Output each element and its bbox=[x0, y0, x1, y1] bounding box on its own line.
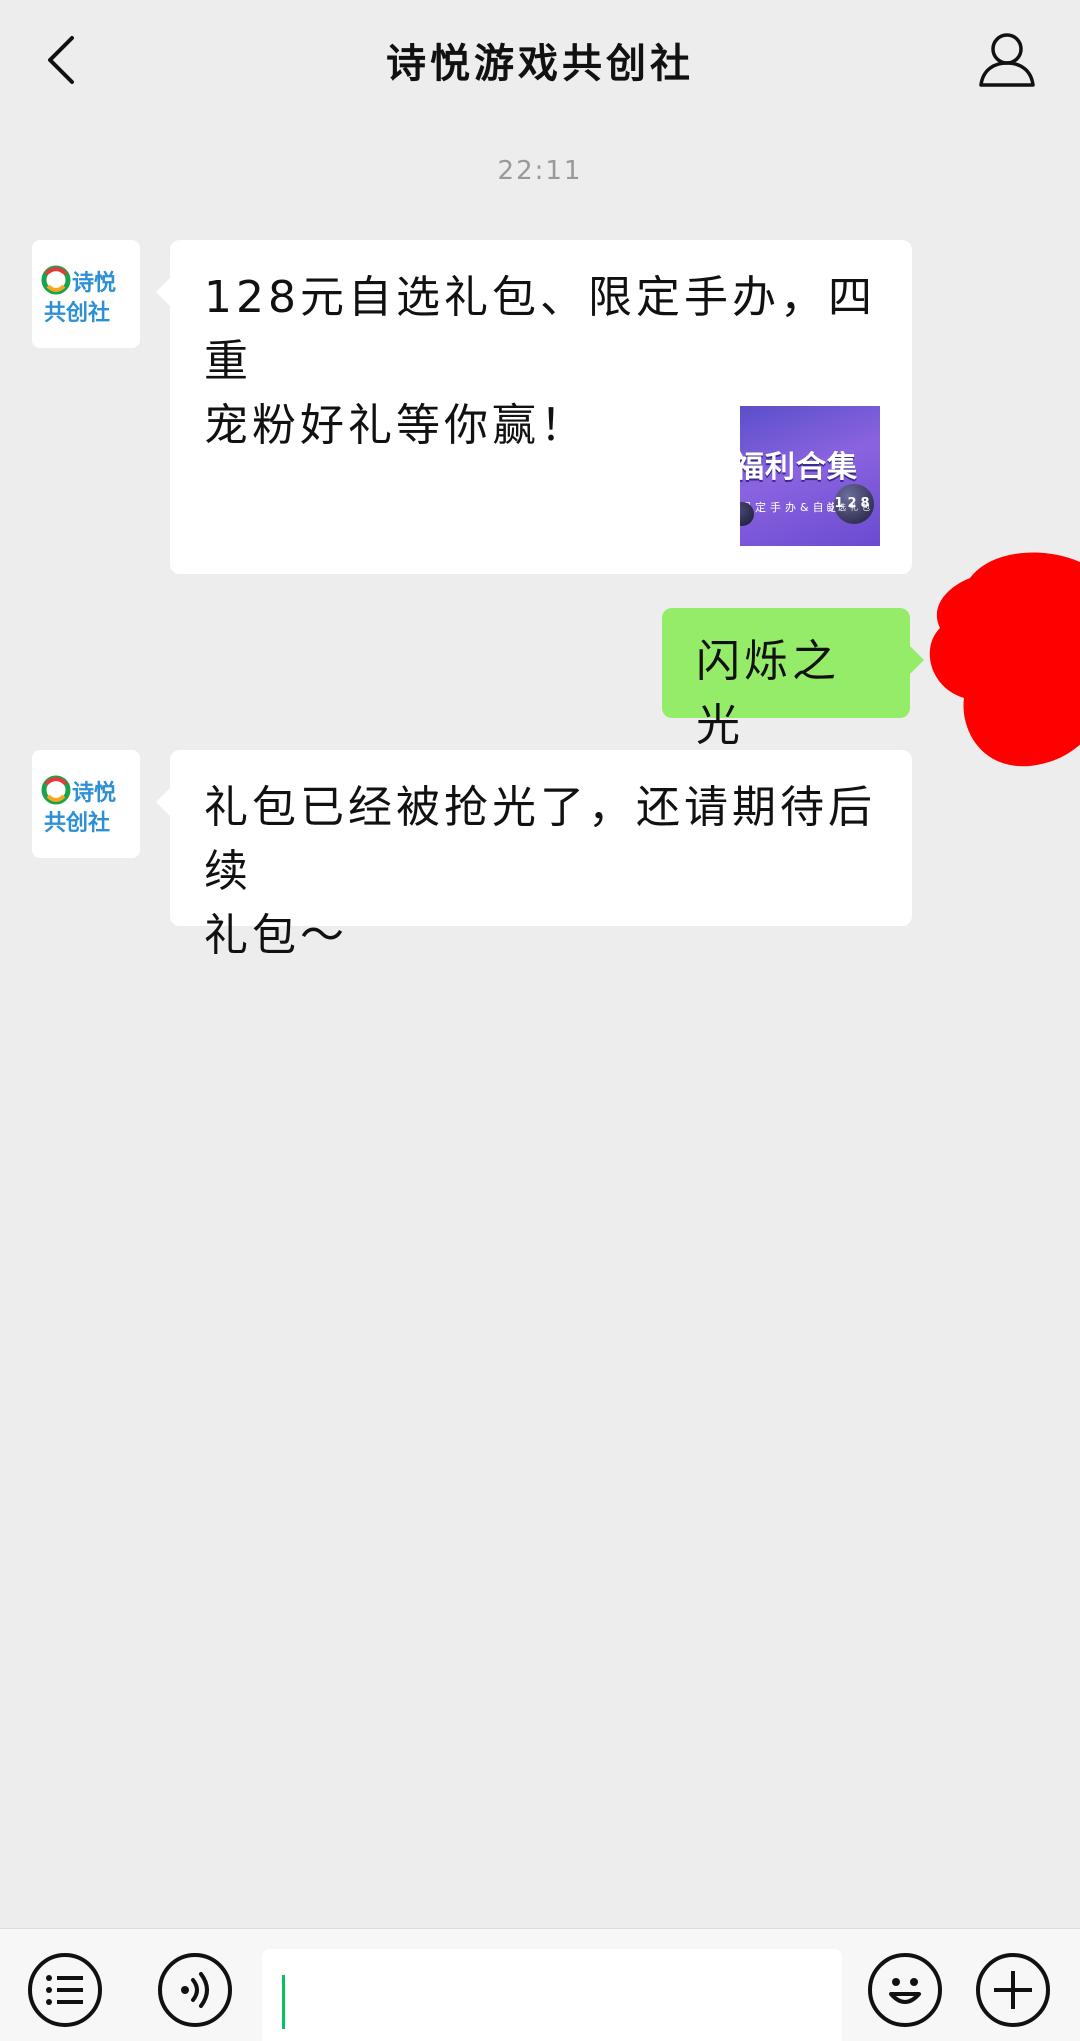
profile-button[interactable] bbox=[974, 26, 1040, 92]
chat-title: 诗悦游戏共创社 bbox=[386, 41, 694, 87]
message-text-line: 礼包已经被抢光了，还请期待后续 bbox=[204, 782, 876, 897]
emoji-icon bbox=[889, 1978, 921, 2004]
plus-icon bbox=[994, 1971, 1032, 2009]
redaction-mark bbox=[929, 552, 1080, 767]
chat-header: 诗悦游戏共创社 bbox=[0, 0, 1080, 120]
more-button[interactable] bbox=[976, 1953, 1050, 2027]
back-button[interactable] bbox=[30, 28, 94, 92]
message-text-line: 128元自选礼包、限定手办，四重 bbox=[204, 272, 876, 387]
list-menu-icon bbox=[46, 1975, 83, 2005]
message-bubble-received[interactable]: 礼包已经被抢光了，还请期待后续 礼包～ bbox=[156, 750, 912, 961]
svg-text:诗悦: 诗悦 bbox=[72, 270, 116, 296]
message-bubble-sent[interactable]: 闪烁之光 bbox=[662, 608, 924, 751]
thumbnail-tag: 自选礼包 bbox=[826, 503, 874, 512]
brand-logo-icon: 诗悦 共创社 bbox=[41, 775, 116, 836]
text-caret bbox=[282, 1975, 285, 2029]
emoji-button[interactable] bbox=[868, 1953, 942, 2027]
svg-text:共创社: 共创社 bbox=[44, 810, 110, 836]
message-text-line: 礼包～ bbox=[204, 910, 348, 961]
link-thumbnail[interactable]: 福利合集 限定手办&自选礼包 128 自选礼包 bbox=[740, 406, 880, 546]
person-icon bbox=[979, 33, 1035, 87]
message-bubble-received[interactable]: 128元自选礼包、限定手办，四重 宠粉好礼等你赢！ 福利合集 限定手办&自选礼包… bbox=[156, 240, 912, 574]
chat-input-bar bbox=[0, 1928, 1080, 2041]
voice-icon bbox=[181, 1972, 209, 2008]
svg-text:诗悦: 诗悦 bbox=[72, 780, 116, 806]
sender-avatar[interactable]: 诗悦 共创社 bbox=[32, 750, 140, 858]
message-text: 闪烁之光 bbox=[696, 636, 840, 751]
svg-text:共创社: 共创社 bbox=[44, 300, 110, 326]
sender-avatar[interactable]: 诗悦 共创社 bbox=[32, 240, 140, 348]
brand-logo-icon: 诗悦 共创社 bbox=[41, 265, 116, 326]
chevron-left-icon bbox=[48, 36, 74, 84]
menu-button[interactable] bbox=[28, 1953, 102, 2027]
message-timestamp: 22:11 bbox=[497, 156, 583, 186]
message-input[interactable] bbox=[262, 1949, 842, 2041]
voice-button[interactable] bbox=[158, 1953, 232, 2027]
